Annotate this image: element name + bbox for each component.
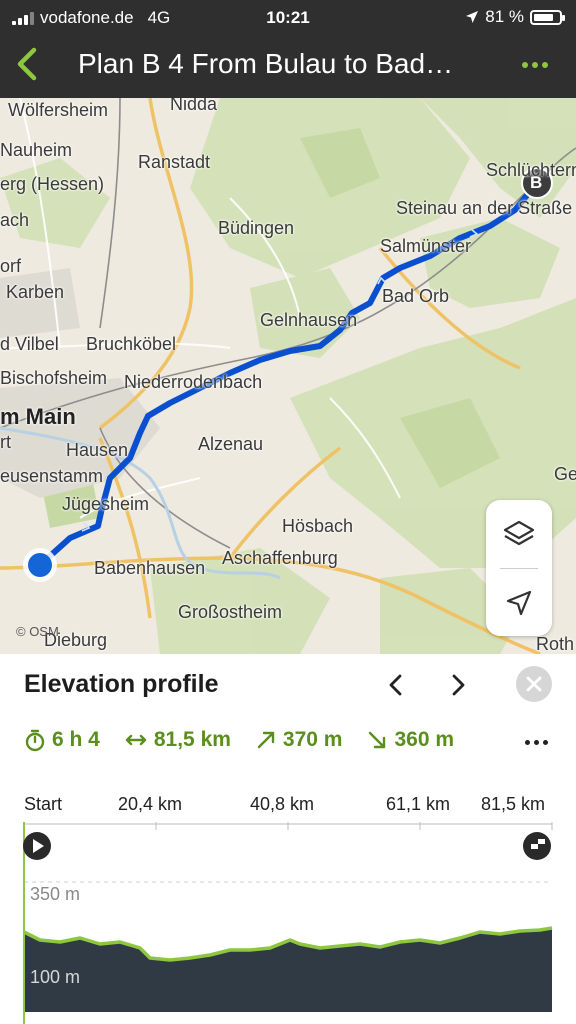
distance-value: 81,5 km: [153, 728, 231, 751]
back-chevron-icon[interactable]: [12, 44, 42, 84]
place-label: Büdingen: [218, 218, 295, 238]
place-label: Alzenau: [198, 434, 264, 454]
close-button[interactable]: [516, 666, 552, 702]
place-label: ach: [0, 210, 30, 230]
chevron-right-icon[interactable]: [446, 672, 470, 698]
panel-title: Elevation profile: [24, 670, 219, 698]
place-label: erg (Hessen): [0, 174, 105, 194]
place-label: Ranstadt: [138, 152, 211, 172]
place-label: Nauheim: [0, 140, 73, 160]
place-label: Bruchköbel: [86, 334, 177, 354]
place-label: orf: [0, 256, 22, 276]
map-attribution: © OSM: [16, 624, 59, 639]
x-tick-label: 81,5 km: [481, 794, 546, 814]
x-tick-label: 20,4 km: [118, 794, 183, 814]
y-label: 350 m: [30, 884, 81, 904]
place-label: Schlüchtern: [486, 160, 576, 180]
duration-value: 6 h 4: [52, 728, 100, 751]
place-label: Bischofsheim: [0, 368, 108, 388]
place-label: Wölfersheim: [8, 100, 109, 120]
descent-arrow-icon: [369, 731, 386, 749]
x-tick-label: 61,1 km: [386, 794, 451, 814]
place-label: Steinau an der Straße: [396, 198, 573, 218]
place-label: Aschaffenburg: [222, 548, 338, 568]
place-label: Roth: [536, 634, 575, 654]
stopwatch-icon: [25, 729, 45, 752]
place-label: rt: [0, 432, 11, 452]
ascent-arrow-icon: [257, 731, 275, 749]
place-label: Niederrodenbach: [124, 372, 263, 392]
elevation-panel: Elevation profile 6 h 4 81,5 km 370 m 36…: [0, 654, 576, 1024]
x-tick-label: 40,8 km: [250, 794, 315, 814]
map-controls: [486, 500, 552, 636]
place-label: d Vilbel: [0, 334, 59, 354]
place-label: Bad Orb: [382, 286, 450, 306]
battery-icon: [530, 9, 565, 25]
place-label: Babenhausen: [94, 558, 206, 578]
location-arrow-icon: [466, 11, 479, 23]
navigation-bar: Plan B 4 From Bulau to Bad…: [0, 34, 576, 98]
y-label: 100 m: [30, 967, 81, 987]
place-label: Karben: [6, 282, 65, 302]
place-label: Gelnhausen: [260, 310, 358, 330]
controls-divider: [500, 568, 538, 569]
place-label: Großostheim: [178, 602, 283, 622]
close-icon: [526, 676, 542, 692]
battery-percent: 81 %: [485, 7, 524, 26]
place-label: Hösbach: [282, 516, 354, 536]
place-label: Jügesheim: [62, 494, 150, 514]
place-label: Hausen: [66, 440, 129, 460]
chevron-left-icon[interactable]: [384, 672, 408, 698]
place-label: m Main: [0, 404, 76, 429]
route-stats: 6 h 4 81,5 km 370 m 360 m: [24, 728, 478, 752]
layers-icon[interactable]: [486, 500, 552, 566]
place-label: Salmünster: [380, 236, 472, 256]
status-bar: vodafone.de 4G 10:21 81 %: [0, 0, 576, 34]
x-tick-label: Start: [24, 794, 63, 814]
descent-value: 360 m: [394, 728, 455, 751]
more-options-icon[interactable]: [525, 740, 548, 745]
page-title: Plan B 4 From Bulau to Bad…: [78, 48, 454, 79]
place-label: Nidda: [170, 98, 218, 114]
place-label: Ge: [554, 464, 576, 484]
map-view[interactable]: B Nidda Wölfersheim Nauheim erg (Hessen)…: [0, 98, 576, 654]
navigation-arrow-icon[interactable]: [486, 570, 552, 636]
ascent-value: 370 m: [282, 728, 343, 751]
distance-icon: [125, 734, 147, 746]
elevation-graph: [23, 822, 553, 1024]
more-options-icon[interactable]: [522, 62, 548, 68]
place-label: eusenstamm: [0, 466, 104, 486]
